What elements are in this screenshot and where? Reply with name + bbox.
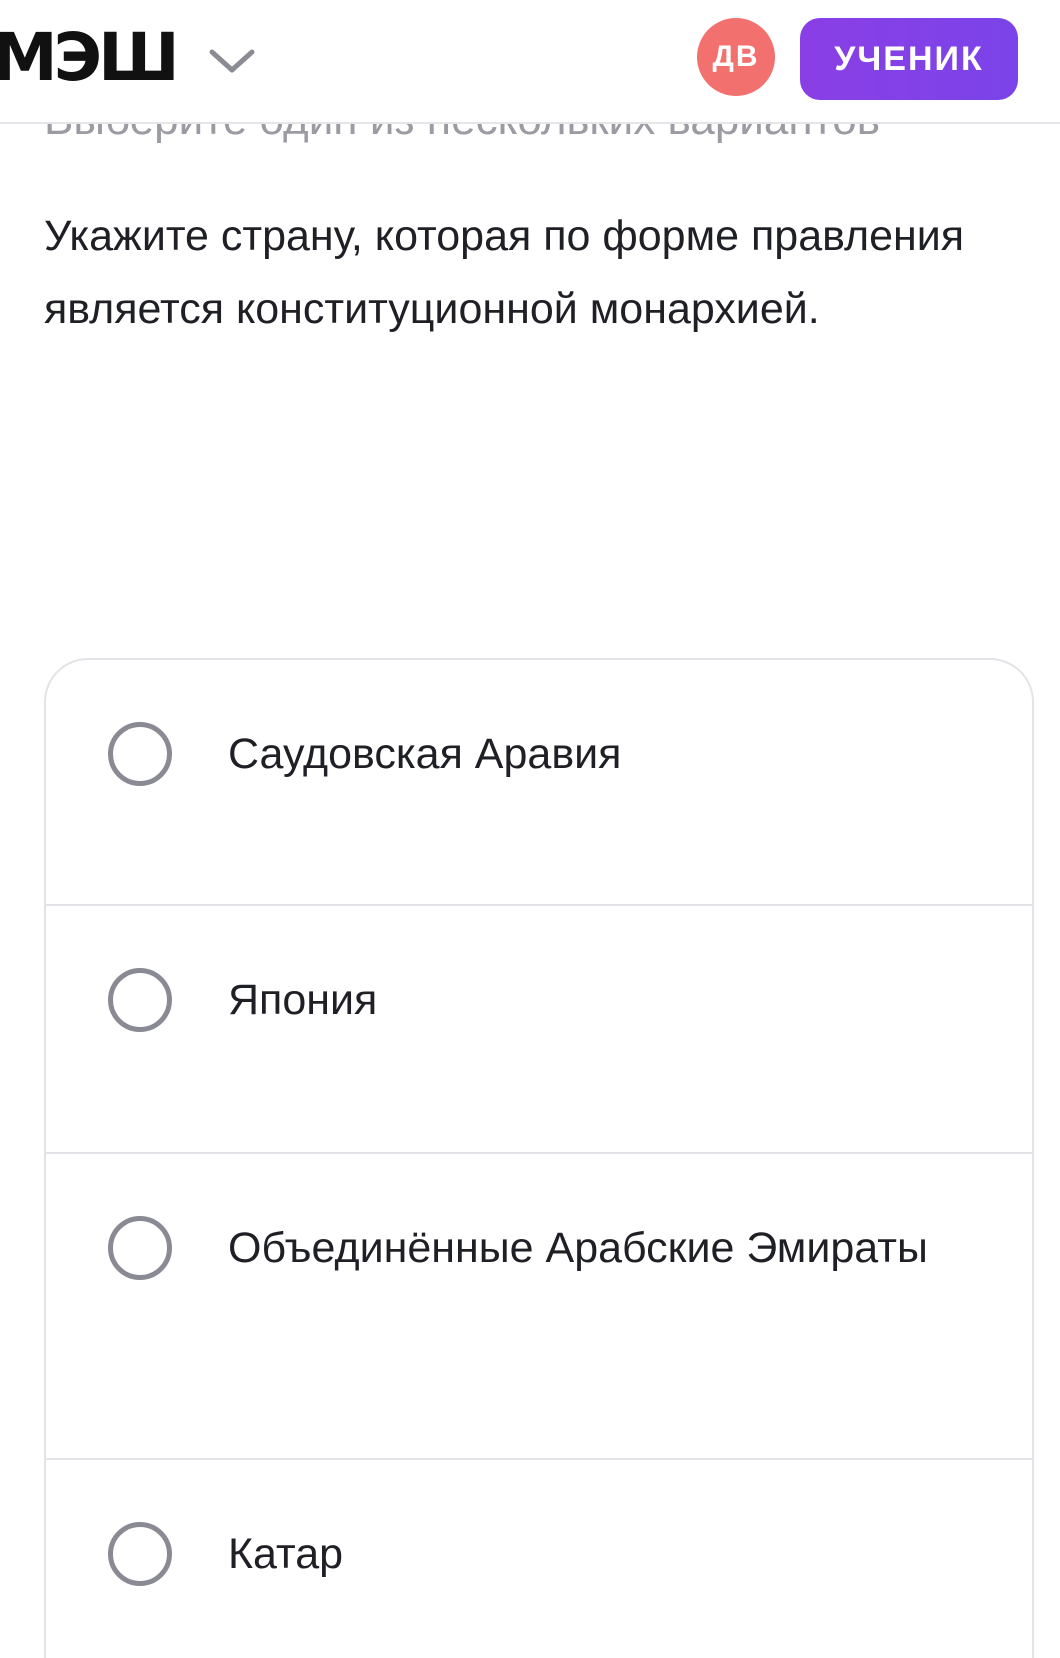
answer-option[interactable]: Япония xyxy=(46,906,1032,1154)
app-header: МЭШ ДВ УЧЕНИК xyxy=(0,0,1060,124)
avatar[interactable]: ДВ xyxy=(697,18,775,96)
answer-option[interactable]: Катар xyxy=(46,1460,1032,1658)
radio-circle-icon[interactable] xyxy=(108,1216,172,1280)
answer-option-label: Объединённые Арабские Эмираты xyxy=(228,1224,928,1272)
answer-option[interactable]: Объединённые Арабские Эмираты xyxy=(46,1154,1032,1460)
chevron-down-icon[interactable] xyxy=(204,40,260,84)
logo[interactable]: МЭШ xyxy=(0,14,180,102)
answer-options: Саудовская Аравия Япония Объединённые Ар… xyxy=(44,658,1034,1658)
radio-circle-icon[interactable] xyxy=(108,1522,172,1586)
radio-circle-icon[interactable] xyxy=(108,968,172,1032)
answer-option-label: Катар xyxy=(228,1530,344,1578)
role-button[interactable]: УЧЕНИК xyxy=(800,18,1018,100)
answer-option-label: Япония xyxy=(228,976,378,1024)
radio-circle-icon[interactable] xyxy=(108,722,172,786)
answer-option-label: Саудовская Аравия xyxy=(228,730,622,778)
question-text: Укажите страну, которая по форме правлен… xyxy=(44,212,965,333)
answer-option[interactable]: Саудовская Аравия xyxy=(46,660,1032,906)
